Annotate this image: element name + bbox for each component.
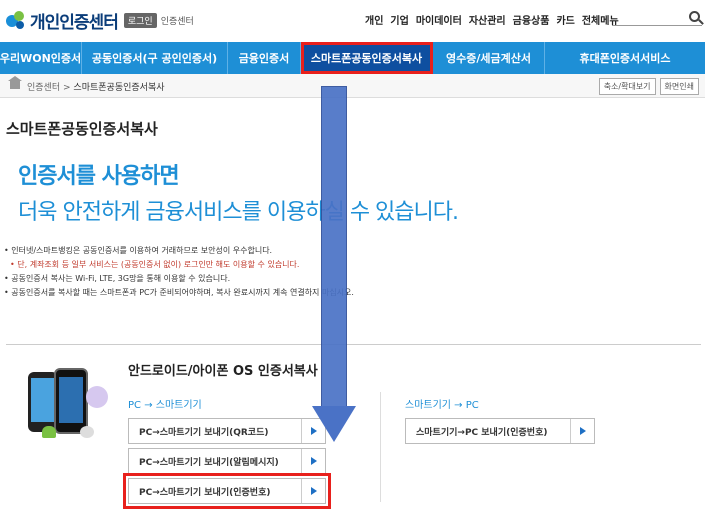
breadcrumb-tools: 축소/확대보기 화면인쇄 <box>595 78 699 95</box>
main-nav: 우리WON인증서 공동인증서(구 공인인증서) 금융인증서 스마트폰공동인증서복… <box>0 42 705 74</box>
logo-subtitle: 인증센터 <box>160 17 194 27</box>
top-menu-business[interactable]: 기업 <box>390 12 408 27</box>
nav-won-cert[interactable]: 우리WON인증서 <box>0 42 82 74</box>
iphone-icon <box>54 368 88 434</box>
hero-subheadline: 더욱 안전하게 금융서비스를 이용하실 수 있습니다. <box>18 200 459 225</box>
nav-receipt-tax[interactable]: 영수증/세금계산서 <box>433 42 545 74</box>
phone-to-pc-heading: 스마트기기 → PC <box>405 400 479 411</box>
zoom-button[interactable]: 축소/확대보기 <box>598 78 656 95</box>
nav-joint-cert[interactable]: 공동인증서(구 공인인증서) <box>82 42 228 74</box>
top-menu-personal[interactable]: 개인 <box>365 12 383 27</box>
search-input[interactable] <box>612 10 702 26</box>
notes-list: • 인터넷/스마트뱅킹은 공동인증서를 이용하여 거래하므로 보안성이 우수합니… <box>4 244 354 300</box>
arrow-right-icon <box>579 427 586 435</box>
arrow-down-icon <box>312 406 356 442</box>
page-title: 스마트폰공동인증서복사 <box>6 120 158 138</box>
android-robot-icon <box>42 426 56 438</box>
login-button[interactable]: 로그인 <box>123 13 157 28</box>
apple-icon <box>80 426 94 438</box>
header: 개인인증센터 로그인 인증센터 개인 기업 마이데이터 자산관리 금융상품 카드… <box>0 0 705 40</box>
arrow-right-icon <box>310 487 317 495</box>
copy-section-title: 안드로이드/아이폰 OS 인증서복사 <box>128 364 318 379</box>
top-menu-card[interactable]: 카드 <box>556 12 574 27</box>
nav-financial-cert[interactable]: 금융인증서 <box>228 42 301 74</box>
hero-headline: 인증서를 사용하면 <box>18 164 180 189</box>
breadcrumb-path: 인증센터 > 스마트폰공동인증서복사 <box>27 80 165 93</box>
note-item: • 인터넷/스마트뱅킹은 공동인증서를 이용하여 거래하므로 보안성이 우수합니… <box>4 246 273 255</box>
top-menu: 개인 기업 마이데이터 자산관리 금융상품 카드 전체메뉴 <box>365 12 626 27</box>
logo-text: 개인인증센터 <box>30 13 119 33</box>
breadcrumb-root[interactable]: 인증센터 <box>27 83 60 93</box>
logo-icon <box>6 10 26 31</box>
send-qr-button[interactable]: PC→스마트기기 보내기(QR코드) <box>128 418 326 444</box>
pc-to-phone-heading: PC → 스마트기기 <box>128 400 202 411</box>
nav-smartphone-copy[interactable]: 스마트폰공동인증서복사 <box>301 42 433 74</box>
site-logo[interactable]: 개인인증센터 로그인 인증센터 <box>6 8 194 33</box>
receive-code-button[interactable]: 스마트기기→PC 보내기(인증번호) <box>405 418 595 444</box>
nav-mobile-cert[interactable]: 휴대폰인증서서비스 <box>545 42 705 74</box>
annotation-arrow <box>312 86 356 444</box>
note-subitem: • 단, 계좌조회 등 일부 서비스는 (공동인증서 없이) 로그인만 해도 이… <box>10 260 300 269</box>
breadcrumb-current: 스마트폰공동인증서복사 <box>73 83 165 93</box>
arrow-right-icon <box>310 457 317 465</box>
note-item: • 공동인증서 복사는 Wi-Fi, LTE, 3G망을 통해 이용할 수 있습… <box>4 274 231 283</box>
note-item: • 공동인증서를 복사할 때는 스마트폰과 PC가 준비되어야하며, 복사 완료… <box>4 288 354 297</box>
top-menu-assets[interactable]: 자산관리 <box>469 12 506 27</box>
smartphones-illustration <box>24 366 108 442</box>
home-icon[interactable] <box>8 76 22 89</box>
send-code-button[interactable]: PC→스마트기기 보내기(인증번호) <box>123 473 331 509</box>
bubble-decoration-icon <box>86 386 108 408</box>
top-menu-mydata[interactable]: 마이데이터 <box>416 12 462 27</box>
breadcrumb-separator: > <box>63 83 71 93</box>
search-icon[interactable] <box>689 11 700 22</box>
send-push-button[interactable]: PC→스마트기기 보내기(알림메시지) <box>128 448 326 474</box>
column-divider <box>380 392 381 502</box>
print-button[interactable]: 화면인쇄 <box>659 78 699 95</box>
top-menu-products[interactable]: 금융상품 <box>513 12 550 27</box>
